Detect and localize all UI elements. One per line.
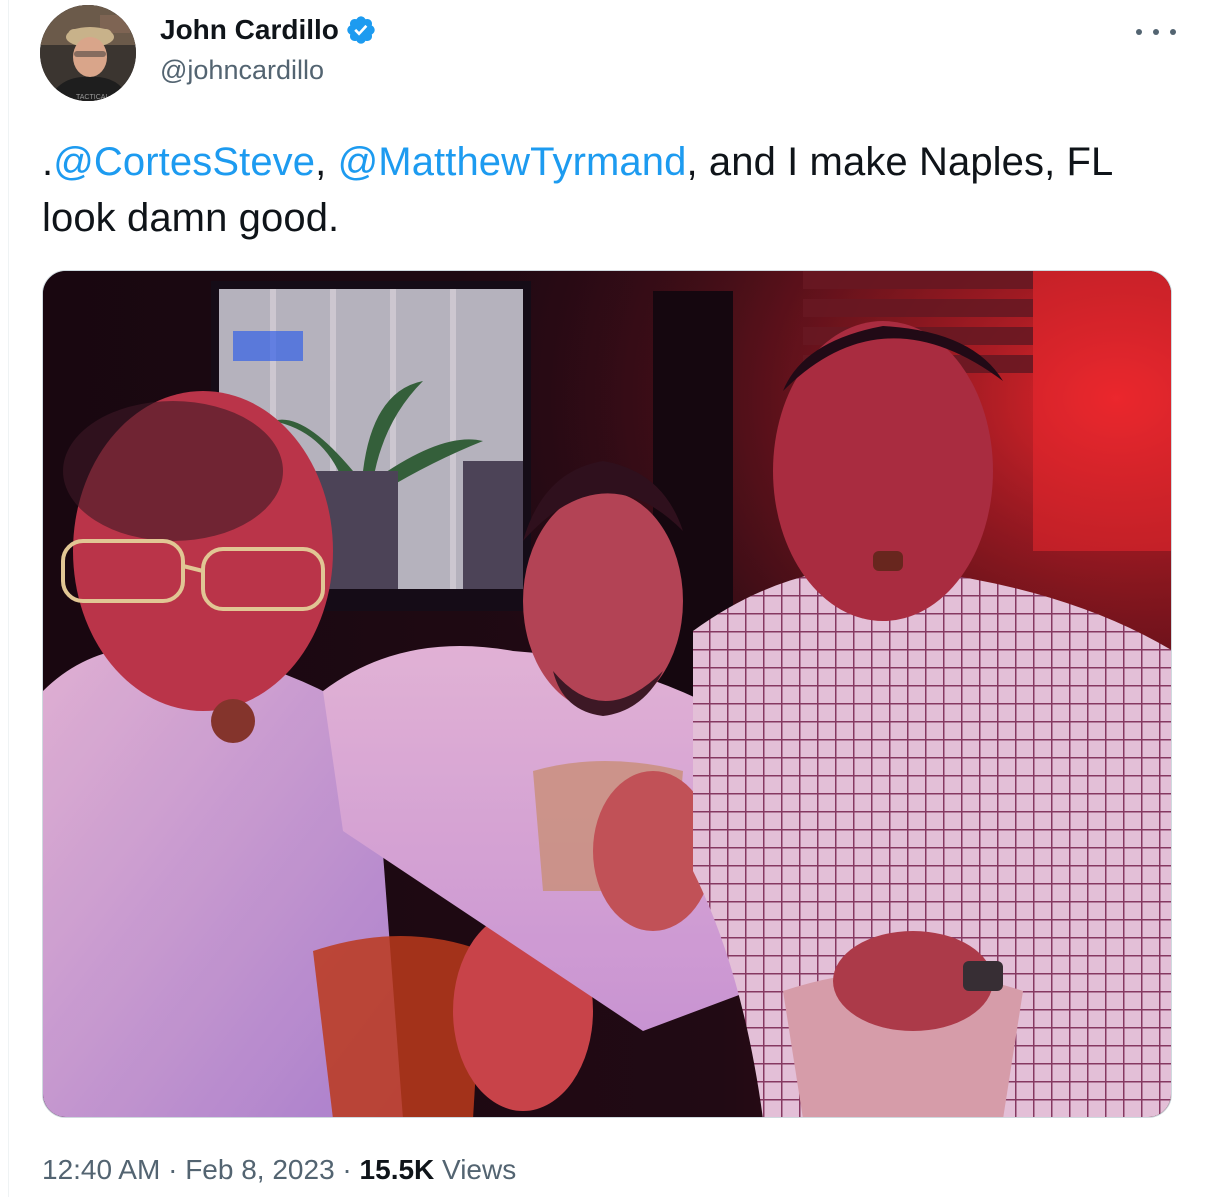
more-horizontal-icon[interactable] bbox=[1136, 22, 1176, 42]
author-handle[interactable]: @johncardillo bbox=[160, 52, 324, 88]
more-dot bbox=[1153, 29, 1159, 35]
meta-separator: · bbox=[334, 1154, 360, 1185]
photo-image bbox=[43, 271, 1171, 1117]
tweet-text: .@CortesSteve, @MatthewTyrmand, and I ma… bbox=[42, 134, 1182, 246]
mention-cortessteve[interactable]: @CortesSteve bbox=[53, 140, 315, 184]
tweet-time[interactable]: 12:40 AM bbox=[42, 1154, 160, 1185]
tweet-separator: , bbox=[315, 140, 338, 184]
tweet-date[interactable]: Feb 8, 2023 bbox=[185, 1154, 334, 1185]
mention-matthewtyrmand[interactable]: @MatthewTyrmand bbox=[338, 140, 687, 184]
tweet-meta: 12:40 AM · Feb 8, 2023 · 15.5K Views bbox=[42, 1150, 516, 1190]
more-dot bbox=[1136, 29, 1142, 35]
tweet-prefix: . bbox=[42, 140, 54, 184]
meta-separator: · bbox=[160, 1154, 186, 1185]
author-name[interactable]: John Cardillo bbox=[160, 12, 339, 48]
avatar-label: TACTICAL bbox=[76, 94, 109, 101]
more-dot bbox=[1170, 29, 1176, 35]
tweet-card: TACTICAL John Cardillo @johncardillo .@C… bbox=[0, 0, 1226, 1197]
tweet-photo[interactable] bbox=[42, 270, 1172, 1118]
views-label: Views bbox=[434, 1154, 517, 1185]
views-count: 15.5K bbox=[359, 1154, 435, 1185]
verified-badge-icon bbox=[345, 14, 377, 46]
avatar[interactable]: TACTICAL bbox=[40, 5, 136, 101]
author-name-row[interactable]: John Cardillo bbox=[160, 12, 377, 48]
avatar-image: TACTICAL bbox=[40, 5, 136, 101]
